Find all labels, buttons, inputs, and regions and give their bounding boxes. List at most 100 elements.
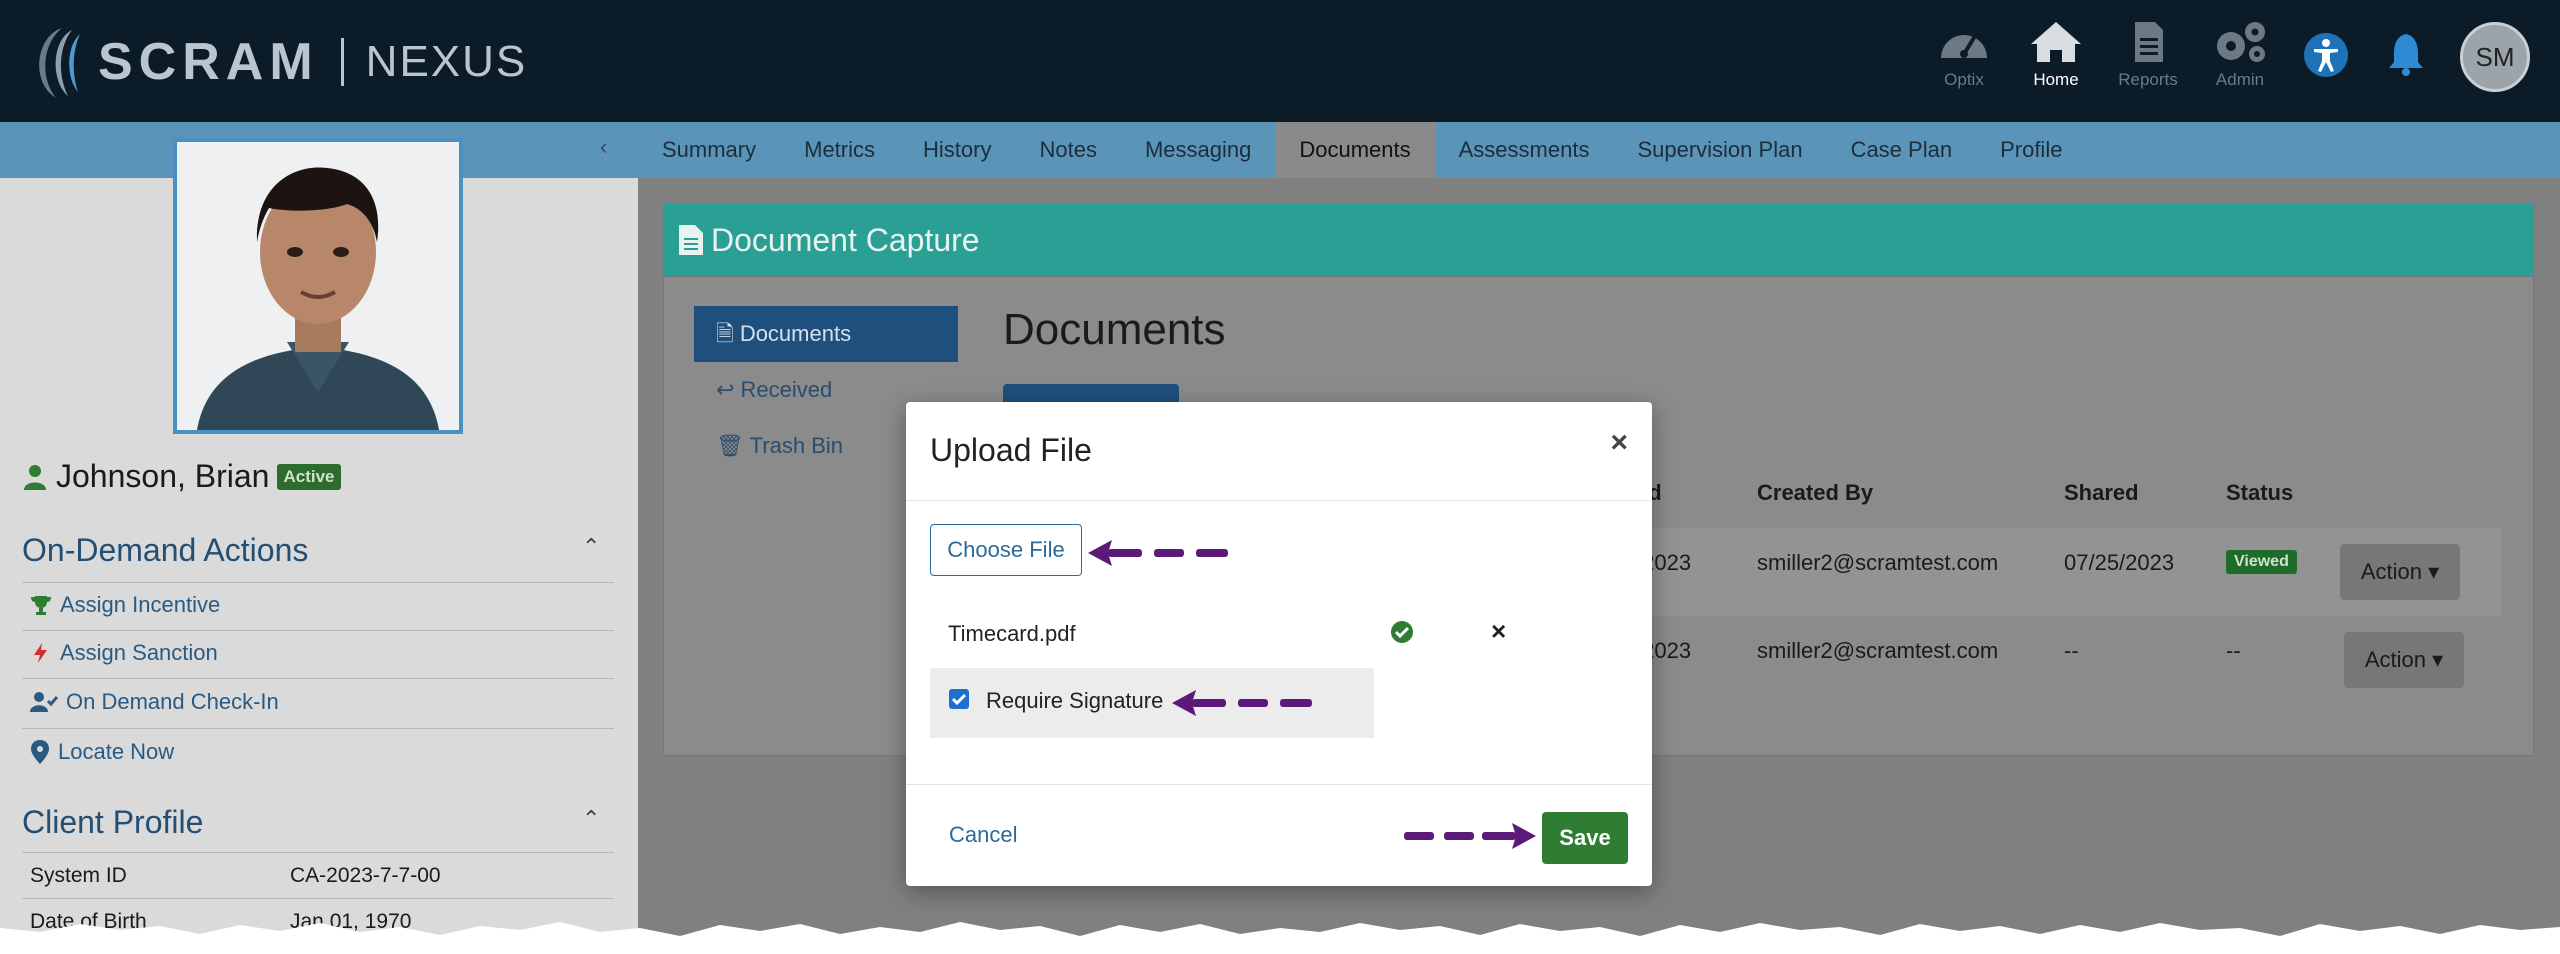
remove-file-icon[interactable]: × <box>1491 616 1506 647</box>
collapse-actions-icon[interactable]: ⌃ <box>582 534 600 560</box>
notifications-button[interactable] <box>2366 18 2446 76</box>
tab-notes[interactable]: Notes <box>1015 122 1120 178</box>
modal-divider <box>906 500 1652 501</box>
file-name: Timecard.pdf <box>948 621 1076 646</box>
section-divider <box>22 898 614 899</box>
annotation-arrow-save <box>1404 823 1536 849</box>
nav-admin[interactable]: Admin <box>2194 18 2286 90</box>
annotation-arrow-require-signature <box>1172 690 1312 716</box>
row-shared: -- <box>2064 638 2079 663</box>
action-label: Action <box>2360 559 2422 584</box>
document-capture-title: Document Capture <box>711 222 980 258</box>
tab-messaging[interactable]: Messaging <box>1121 122 1275 178</box>
status-badge: Active <box>277 463 341 490</box>
document-capture-header: Document Capture <box>663 204 2534 276</box>
row-created-by: smiller2@scramtest.com <box>1757 638 1999 663</box>
close-icon[interactable]: × <box>1610 426 1628 460</box>
assign-incentive-link[interactable]: Assign Incentive <box>30 592 220 618</box>
caret-down-icon: ▾ <box>2428 559 2440 584</box>
checkmark-icon <box>951 693 967 706</box>
profile-label: System ID <box>30 864 127 887</box>
tab-documents[interactable]: Documents <box>1275 122 1435 178</box>
file-text-icon <box>679 225 703 255</box>
assign-sanction-label: Assign Sanction <box>60 640 218 665</box>
trash-icon: 🗑 <box>716 433 750 458</box>
tab-profile[interactable]: Profile <box>1976 122 2086 178</box>
user-check-icon <box>30 692 58 712</box>
accessibility-button[interactable] <box>2286 18 2366 78</box>
nav-home-label: Home <box>2033 70 2079 89</box>
docs-nav-received-label: Received <box>740 377 833 402</box>
brand-name: SCRAM <box>98 33 319 91</box>
top-bar: SCRAM NEXUS Optix Home Reports Admin SM <box>0 0 2560 122</box>
accessibility-icon <box>2304 33 2348 77</box>
locate-now-label: Locate Now <box>58 739 175 764</box>
check-circle-icon <box>1391 621 1413 643</box>
bell-icon <box>2389 34 2423 76</box>
map-pin-icon <box>31 740 49 764</box>
modal-title: Upload File <box>930 432 1092 468</box>
collapse-profile-icon[interactable]: ⌃ <box>582 806 600 832</box>
assign-sanction-link[interactable]: Assign Sanction <box>30 640 218 666</box>
tab-assessments[interactable]: Assessments <box>1435 122 1614 178</box>
nav-optix[interactable]: Optix <box>1918 18 2010 90</box>
row-shared: 07/25/2023 <box>2064 550 2175 575</box>
tab-bar: Summary Metrics History Notes Messaging … <box>638 122 2086 178</box>
section-divider <box>22 582 614 583</box>
client-photo <box>173 138 463 434</box>
bolt-icon <box>34 643 47 663</box>
nav-home[interactable]: Home <box>2010 18 2102 90</box>
cancel-button[interactable]: Cancel <box>949 822 1017 848</box>
action-dropdown[interactable]: Action ▾ <box>2340 544 2460 600</box>
gears-icon <box>2217 22 2265 62</box>
logo-swoosh-icon <box>39 28 80 98</box>
caret-down-icon: ▾ <box>2432 647 2444 672</box>
tab-history[interactable]: History <box>899 122 1015 178</box>
profile-value: CA-2023-7-7-00 <box>290 864 441 887</box>
on-demand-check-in-link[interactable]: On Demand Check-In <box>30 689 279 715</box>
client-profile-title[interactable]: Client Profile <box>22 804 203 841</box>
row-created-by: smiller2@scramtest.com <box>1757 550 1999 575</box>
home-icon <box>2031 22 2081 62</box>
section-divider <box>22 852 614 853</box>
section-divider <box>22 630 614 631</box>
locate-now-link[interactable]: Locate Now <box>30 739 174 765</box>
docs-nav-documents-label: Documents <box>739 321 852 346</box>
tab-case-plan[interactable]: Case Plan <box>1827 122 1977 178</box>
user-avatar[interactable]: SM <box>2460 22 2530 92</box>
torn-edge <box>0 922 2560 954</box>
on-demand-check-in-label: On Demand Check-In <box>66 689 279 714</box>
require-signature-label[interactable]: Require Signature <box>986 688 1163 714</box>
trophy-icon <box>31 596 51 615</box>
documents-heading: Documents <box>1003 305 1226 354</box>
row-status: -- <box>2226 638 2241 663</box>
tab-supervision-plan[interactable]: Supervision Plan <box>1613 122 1826 178</box>
nav-admin-label: Admin <box>2215 70 2265 89</box>
choose-file-button[interactable]: Choose File <box>930 524 1082 576</box>
docs-nav-documents[interactable]: 🗎 Documents <box>694 306 958 362</box>
document-icon <box>2135 22 2163 62</box>
docs-nav-trash-label: Trash Bin <box>749 433 843 458</box>
column-header: Status <box>2226 480 2294 505</box>
product-name: NEXUS <box>365 37 528 86</box>
docs-icon: 🗎 <box>716 321 740 346</box>
tab-metrics[interactable]: Metrics <box>780 122 899 178</box>
on-demand-actions-title[interactable]: On-Demand Actions <box>22 532 308 569</box>
reply-icon: ↩ <box>716 377 741 402</box>
column-header: Created By <box>1757 480 1874 505</box>
tab-summary[interactable]: Summary <box>638 122 780 178</box>
client-name-row: Johnson, Brian Active <box>24 458 341 495</box>
modal-divider <box>906 784 1652 785</box>
status-badge-viewed: Viewed <box>2226 550 2297 574</box>
scram-logo[interactable]: SCRAM NEXUS <box>22 22 527 102</box>
nav-reports-label: Reports <box>2118 70 2178 89</box>
action-dropdown[interactable]: Action ▾ <box>2344 632 2464 688</box>
save-button[interactable]: Save <box>1542 812 1628 864</box>
collapse-panel-icon[interactable]: ‹ <box>600 134 607 160</box>
upload-file-modal: Upload File × Choose File Timecard.pdf ×… <box>906 402 1652 886</box>
require-signature-checkbox[interactable] <box>949 689 969 709</box>
nav-optix-label: Optix <box>1944 70 1984 89</box>
client-name: Johnson, Brian <box>56 458 270 494</box>
user-icon <box>24 464 46 490</box>
nav-reports[interactable]: Reports <box>2102 18 2194 90</box>
